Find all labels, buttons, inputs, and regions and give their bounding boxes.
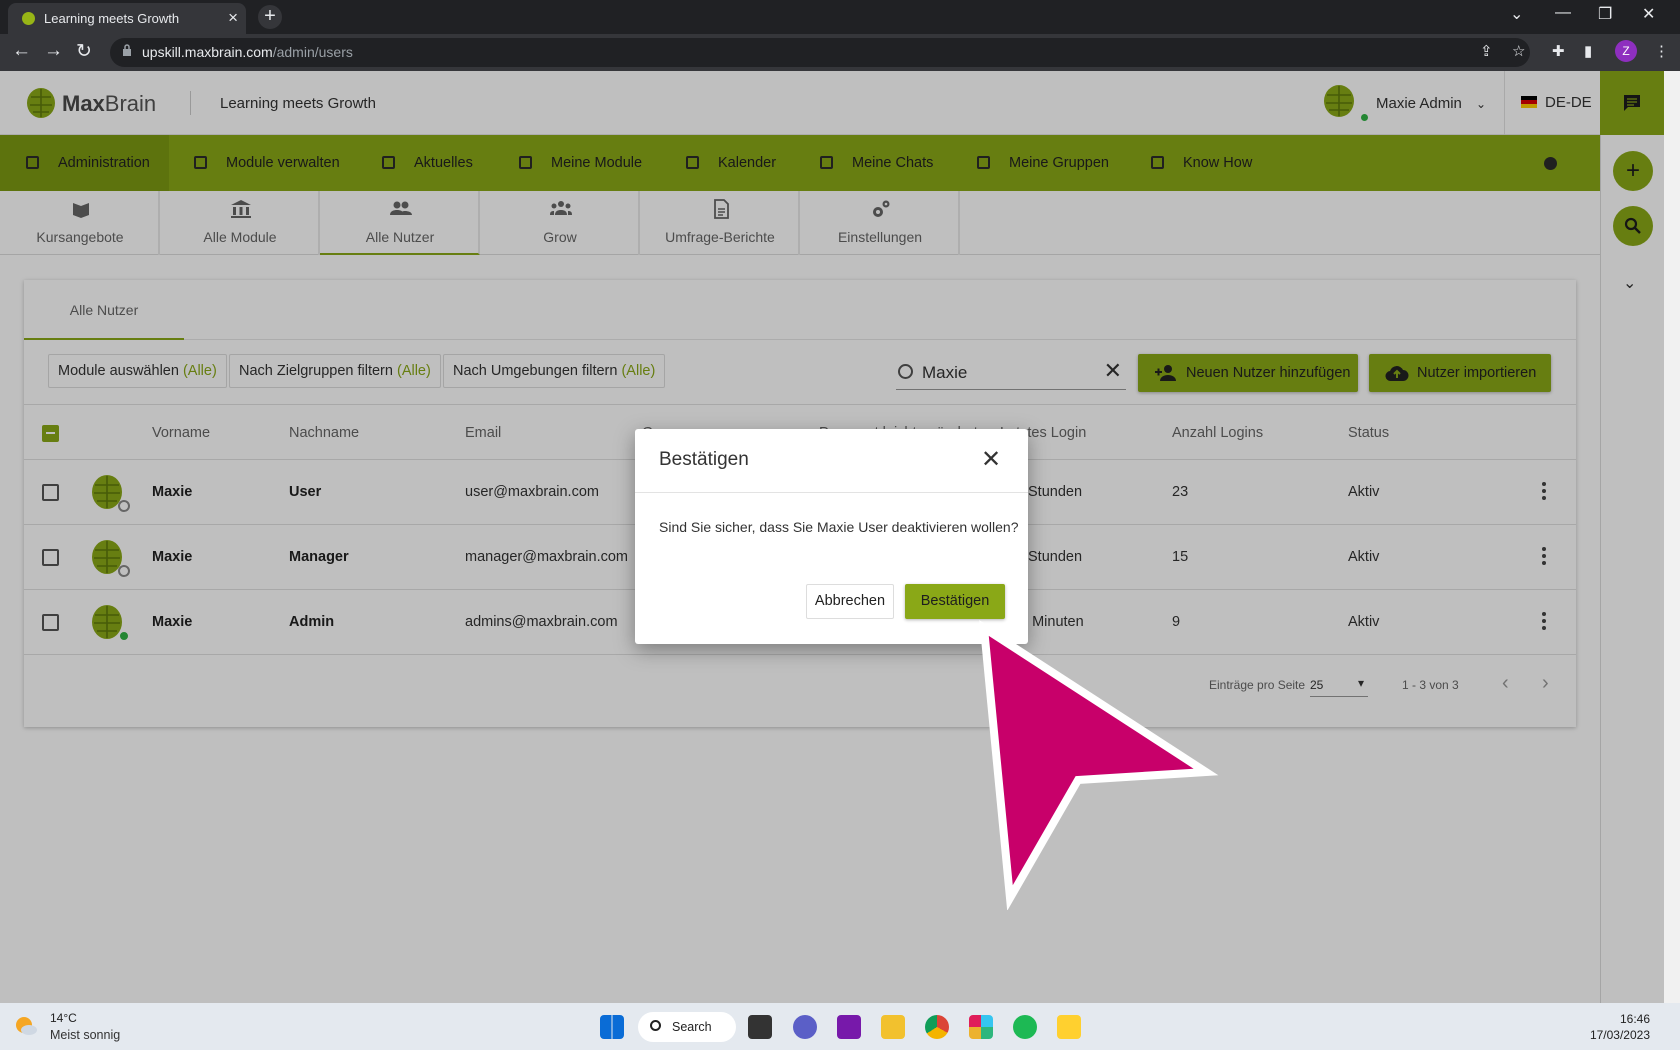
task-view-icon[interactable] [748, 1015, 772, 1039]
confirm-dialog: Bestätigen ✕ Sind Sie sicher, dass Sie M… [635, 429, 1028, 644]
cancel-button[interactable]: Abbrechen [806, 584, 894, 619]
teams-chat-icon[interactable] [793, 1015, 817, 1039]
address-bar[interactable]: upskill.maxbrain.com/admin/users [110, 38, 1530, 67]
dialog-divider [635, 492, 1028, 493]
share-icon[interactable]: ⇪ [1480, 42, 1493, 60]
tab-search-icon[interactable]: ⌄ [1510, 4, 1523, 24]
bookmark-star-icon[interactable]: ☆ [1512, 42, 1525, 60]
chrome-icon[interactable] [925, 1015, 949, 1039]
reload-icon[interactable]: ↻ [76, 40, 92, 63]
tab-title: Learning meets Growth [44, 11, 180, 26]
clock-date: 17/03/2023 [1589, 1028, 1650, 1042]
system-clock[interactable]: 16:46 17/03/2023 [1590, 1011, 1650, 1043]
back-icon[interactable]: ← [12, 40, 31, 62]
restore-icon[interactable]: ❐ [1598, 4, 1612, 24]
search-icon [650, 1020, 661, 1031]
onenote-icon[interactable] [837, 1015, 861, 1039]
dialog-title: Bestätigen [659, 449, 749, 470]
browser-tab[interactable]: Learning meets Growth × [8, 3, 246, 34]
windows-start-icon[interactable] [600, 1015, 624, 1039]
forward-icon[interactable]: → [44, 40, 63, 62]
clock-time: 16:46 [1619, 1012, 1650, 1026]
minimize-icon[interactable]: — [1555, 4, 1571, 22]
extensions-icon[interactable]: ✚ [1552, 42, 1565, 60]
weather-sun-icon[interactable] [14, 1013, 38, 1037]
url-text: upskill.maxbrain.com/admin/users [142, 44, 353, 60]
file-explorer-icon[interactable] [881, 1015, 905, 1039]
browser-tab-bar: Learning meets Growth × + ⌄ — ❐ ✕ [0, 0, 1680, 34]
spotify-icon[interactable] [1013, 1015, 1037, 1039]
confirm-button[interactable]: Bestätigen [905, 584, 1005, 619]
taskbar-search[interactable]: Search [638, 1012, 736, 1042]
miro-icon[interactable] [1057, 1015, 1081, 1039]
lock-icon [123, 44, 131, 56]
browser-menu-icon[interactable]: ⋮ [1654, 42, 1669, 60]
pointer-arrow-icon [979, 620, 1219, 910]
slack-icon[interactable] [969, 1015, 993, 1039]
profile-avatar[interactable]: Z [1615, 40, 1637, 62]
close-tab-icon[interactable]: × [228, 8, 238, 28]
dialog-close-icon[interactable]: ✕ [981, 445, 1001, 474]
dialog-message: Sind Sie sicher, dass Sie Maxie User dea… [659, 519, 1019, 535]
weather-temp: 14°C [50, 1011, 77, 1025]
page-scrollbar[interactable] [1664, 71, 1680, 1003]
browser-toolbar: ← → ↻ upskill.maxbrain.com/admin/users ⇪… [0, 34, 1680, 71]
close-window-icon[interactable]: ✕ [1642, 4, 1655, 24]
new-tab-button[interactable]: + [258, 5, 282, 29]
favicon-icon [22, 12, 35, 25]
weather-desc: Meist sonnig [50, 1028, 121, 1042]
side-panel-icon[interactable]: ▮ [1584, 42, 1592, 60]
windows-taskbar: 14°C Meist sonnig Search 16:46 17/03/2023 [0, 1003, 1680, 1050]
taskbar-search-label: Search [672, 1020, 712, 1034]
